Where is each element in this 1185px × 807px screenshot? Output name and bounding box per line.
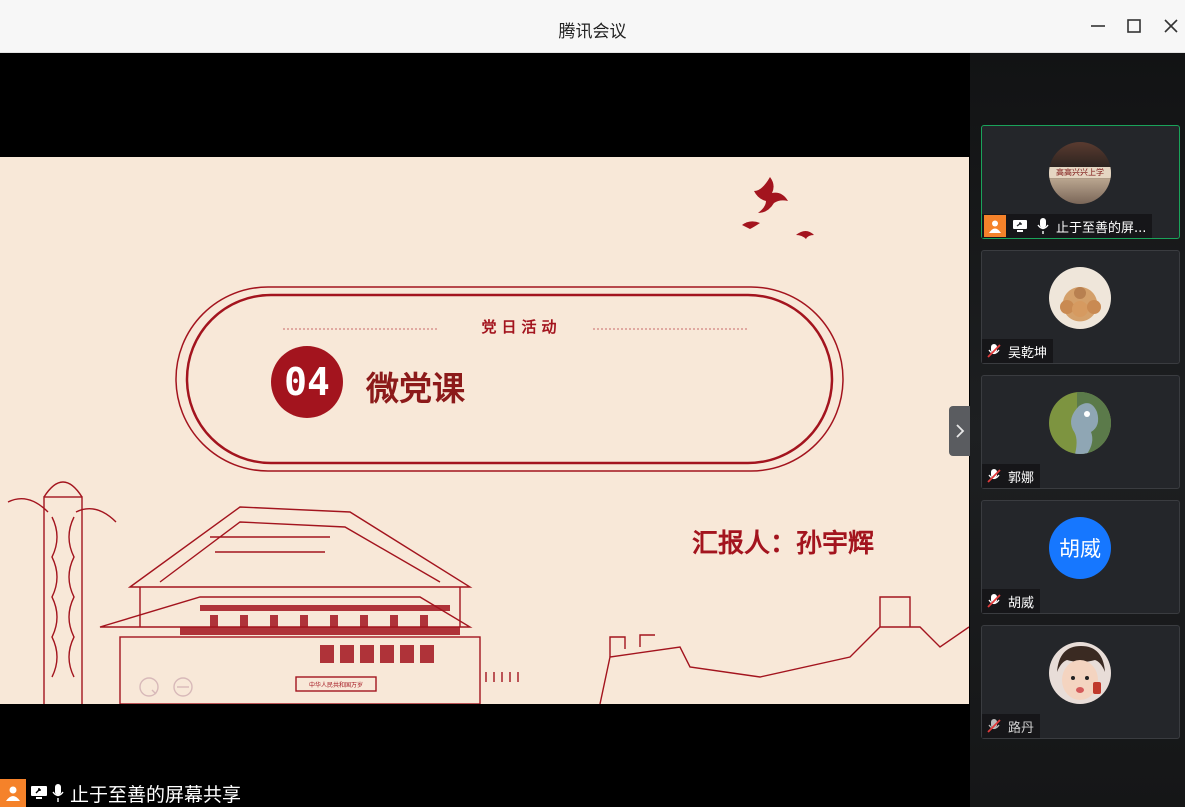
slide-number: 04 [284,360,330,404]
presenter-label: 汇报人：孙宇辉 [692,529,875,559]
minimize-button[interactable] [1086,14,1110,38]
mic-muted-icon [984,716,1004,736]
window-title: 腾讯会议 [558,22,627,42]
share-status-text: 止于至善的屏幕共享 [70,783,242,806]
avatar [1049,392,1111,454]
maximize-icon [1127,19,1141,33]
participant-sidebar: 高高兴兴上学 止于至善的屏... 吴乾坤 郭娜 胡威 胡威 路丹 [970,53,1185,807]
participant-namebar: 胡威 [982,589,1041,613]
slide-heading: 微党课 [366,369,465,408]
participant-tile[interactable]: 胡威 胡威 [981,500,1180,614]
avatar: 胡威 [1049,517,1111,579]
host-icon [984,215,1006,237]
participant-tile[interactable]: 路丹 [981,625,1180,739]
participant-name: 路丹 [1008,720,1035,736]
participant-name: 吴乾坤 [1008,345,1048,361]
participant-namebar: 郭娜 [982,464,1041,488]
collapse-sidebar-button[interactable] [949,406,970,456]
participant-tile[interactable]: 高高兴兴上学 止于至善的屏... [981,125,1180,239]
participant-tile[interactable]: 郭娜 [981,375,1180,489]
host-icon [0,779,26,807]
slide-artwork [7,177,969,704]
avatar [1049,642,1111,704]
screen-share-icon [29,782,49,804]
share-status-bar: 止于至善的屏幕共享 [0,779,241,807]
participant-name: 止于至善的屏... [1056,220,1147,236]
maximize-button[interactable] [1122,14,1146,38]
monument-plaque: 中华人民共和国万岁 [308,682,363,689]
participant-name: 郭娜 [1008,470,1035,486]
mic-icon [49,782,67,804]
slide-section-label: 党日活动 [481,318,562,336]
participant-namebar: 路丹 [982,714,1041,738]
mic-muted-icon [984,341,1004,361]
participant-namebar: 吴乾坤 [982,339,1054,363]
avatar-initials: 胡威 [1059,537,1101,561]
screen-share-icon [1010,216,1030,236]
avatar-banner-text: 高高兴兴上学 [1049,167,1111,178]
chevron-right-icon [955,424,964,438]
shared-screen-area: 党日活动 04 微党课 汇报人：孙宇辉 中华人民共和国万岁 [0,53,970,807]
close-button[interactable] [1159,14,1183,38]
participant-tile[interactable]: 吴乾坤 [981,250,1180,364]
mic-icon [1034,216,1052,236]
participant-namebar: 止于至善的屏... [982,214,1153,238]
mic-muted-icon [984,591,1004,611]
mic-muted-icon [984,466,1004,486]
avatar [1049,267,1111,329]
participant-name: 胡威 [1008,595,1035,611]
dove-icon [742,177,814,239]
minimize-icon [1091,25,1105,27]
avatar: 高高兴兴上学 [1049,142,1111,204]
title-bar: 腾讯会议 [0,0,1185,53]
presentation-slide: 党日活动 04 微党课 汇报人：孙宇辉 中华人民共和国万岁 [0,157,969,704]
close-icon [1164,19,1178,33]
